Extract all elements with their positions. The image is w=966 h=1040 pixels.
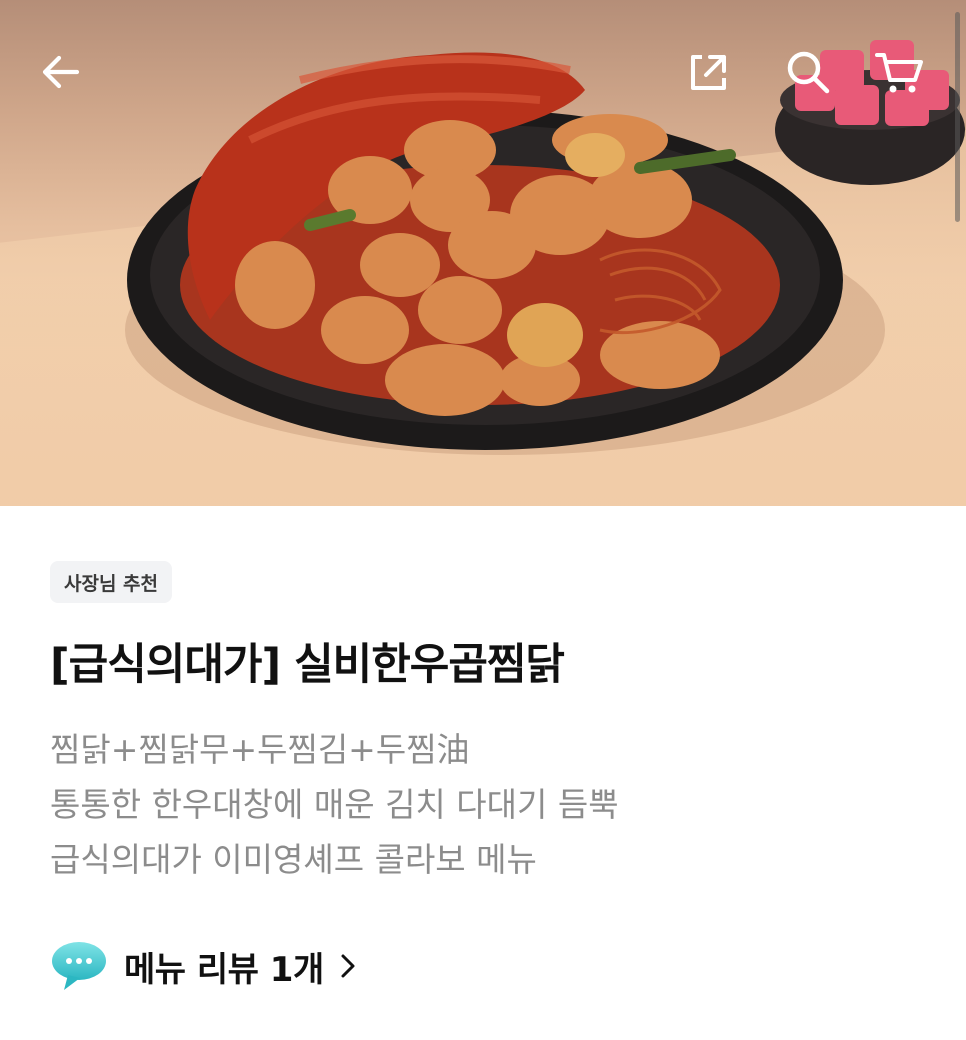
product-title: [급식의대가] 실비한우곱찜닭 <box>50 640 565 690</box>
chevron-right-icon <box>340 953 356 979</box>
search-icon <box>787 51 830 94</box>
cart-icon <box>875 53 923 93</box>
cart-button[interactable] <box>872 44 928 100</box>
share-button[interactable] <box>680 44 736 100</box>
owner-recommend-badge: 사장님 추천 <box>50 561 173 603</box>
speech-bubble-icon <box>52 942 106 990</box>
search-button[interactable] <box>780 44 836 100</box>
description-line: 급식의대가 이미영셰프 콜라보 메뉴 <box>50 840 537 879</box>
arrow-left-icon <box>42 55 80 89</box>
menu-review-label: 메뉴 리뷰 1개 <box>124 949 324 990</box>
description-line: 통통한 한우대창에 매운 김치 다대기 듬뿍 <box>50 785 619 824</box>
back-button[interactable] <box>33 44 89 100</box>
product-description: 찜닭+찜닭무+두찜김+두찜油 통통한 한우대창에 매운 김치 다대기 듬뿍 급식… <box>50 722 910 887</box>
share-external-icon <box>691 55 726 90</box>
product-hero-image <box>0 0 966 506</box>
description-line: 찜닭+찜닭무+두찜김+두찜油 <box>50 730 470 769</box>
menu-review-link[interactable]: 메뉴 리뷰 1개 <box>50 938 356 994</box>
scrollbar-thumb[interactable] <box>955 12 960 222</box>
badge-label: 사장님 추천 <box>64 572 159 595</box>
